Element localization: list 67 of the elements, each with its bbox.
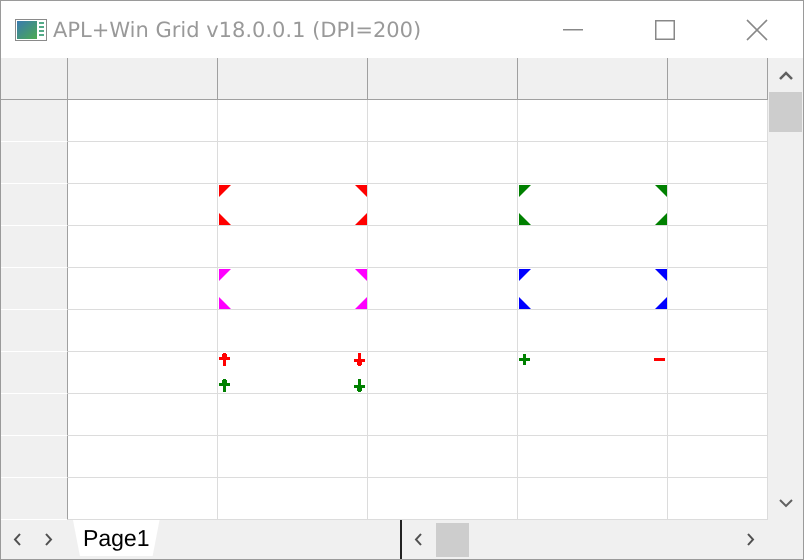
- grid-cell[interactable]: [218, 268, 368, 310]
- grid-cell[interactable]: [218, 394, 368, 436]
- grid-cell[interactable]: [518, 436, 668, 478]
- scroll-thumb[interactable]: [436, 522, 469, 556]
- grid-cell[interactable]: [218, 226, 368, 268]
- column-header[interactable]: [668, 58, 768, 100]
- minimize-icon[interactable]: [563, 28, 583, 30]
- grid-cell[interactable]: [218, 184, 368, 226]
- grid-cell[interactable]: [518, 352, 668, 394]
- column-header[interactable]: [518, 58, 668, 100]
- scroll-left-icon[interactable]: [414, 533, 422, 546]
- grid-cell[interactable]: [218, 310, 368, 352]
- grid-cell[interactable]: [368, 310, 518, 352]
- app-icon: [15, 18, 47, 40]
- grid-cell[interactable]: [68, 394, 218, 436]
- row-header[interactable]: [1, 436, 68, 478]
- scroll-down-icon[interactable]: [778, 498, 792, 508]
- grid-cell[interactable]: [518, 184, 668, 226]
- grid-cell[interactable]: [518, 226, 668, 268]
- row-header[interactable]: [1, 142, 68, 184]
- next-sheet-icon[interactable]: [45, 533, 53, 546]
- grid-cell[interactable]: [68, 100, 218, 142]
- column-header[interactable]: [368, 58, 518, 100]
- row-header[interactable]: [1, 100, 68, 142]
- grid-cell[interactable]: [368, 268, 518, 310]
- grid-cell[interactable]: [68, 226, 218, 268]
- grid-cell[interactable]: [218, 436, 368, 478]
- row-header[interactable]: [1, 310, 68, 352]
- corner-header[interactable]: [1, 58, 68, 100]
- close-icon[interactable]: [746, 18, 768, 40]
- grid-cell[interactable]: [518, 310, 668, 352]
- previous-sheet-icon[interactable]: [13, 533, 21, 546]
- scroll-right-icon[interactable]: [747, 533, 755, 546]
- grid-cell[interactable]: [68, 268, 218, 310]
- grid-cell[interactable]: [218, 352, 368, 394]
- row-header[interactable]: [1, 478, 68, 520]
- grid-cell[interactable]: [368, 142, 518, 184]
- grid-cell[interactable]: [218, 142, 368, 184]
- scroll-thumb[interactable]: [769, 92, 802, 132]
- grid-cell[interactable]: [218, 100, 368, 142]
- grid-cell[interactable]: [368, 436, 518, 478]
- row-header[interactable]: [1, 352, 68, 394]
- column-header[interactable]: [68, 58, 218, 100]
- grid-cell[interactable]: [368, 394, 518, 436]
- sheet-tab[interactable]: Page1: [73, 520, 160, 556]
- grid-cell[interactable]: [368, 100, 518, 142]
- maximize-icon[interactable]: [655, 20, 675, 40]
- grid-cell[interactable]: [518, 394, 668, 436]
- grid-cell[interactable]: [368, 352, 518, 394]
- grid-cell[interactable]: [68, 184, 218, 226]
- row-header[interactable]: [1, 394, 68, 436]
- vertical-scrollbar[interactable]: [768, 58, 803, 520]
- grid-cell[interactable]: [518, 268, 668, 310]
- column-header[interactable]: [218, 58, 368, 100]
- scroll-up-icon[interactable]: [778, 70, 792, 80]
- row-header[interactable]: [1, 268, 68, 310]
- grid-cell[interactable]: [68, 352, 218, 394]
- grid-cell[interactable]: [68, 436, 218, 478]
- window-title: APL+Win Grid v18.0.0.1 (DPI=200): [53, 18, 422, 42]
- grid-cell[interactable]: [68, 310, 218, 352]
- grid-cell[interactable]: [368, 184, 518, 226]
- grid-cell[interactable]: [368, 226, 518, 268]
- row-header[interactable]: [1, 184, 68, 226]
- row-header[interactable]: [1, 226, 68, 268]
- grid-cell[interactable]: [518, 142, 668, 184]
- grid-cell[interactable]: [518, 100, 668, 142]
- grid-cell[interactable]: [68, 142, 218, 184]
